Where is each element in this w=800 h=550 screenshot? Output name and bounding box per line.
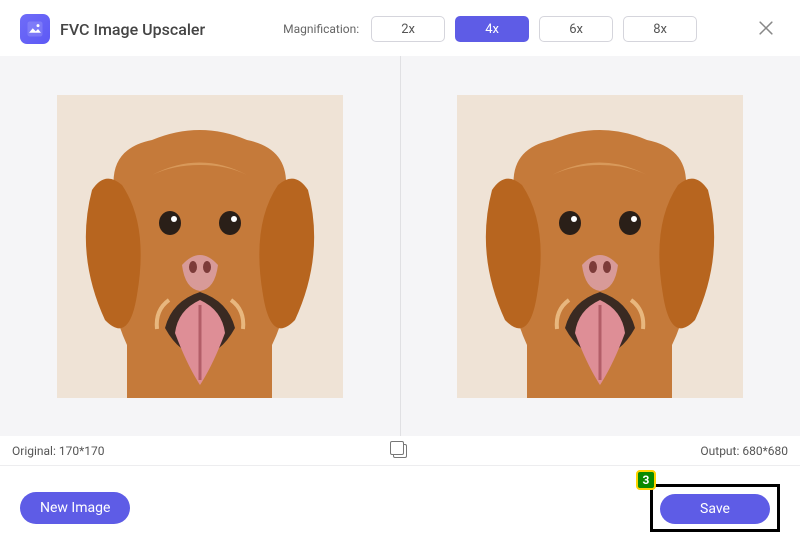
output-label: Output: [700, 444, 739, 458]
magnification-2x[interactable]: 2x [371, 16, 445, 42]
magnification-group: 2x 4x 6x 8x [371, 16, 697, 42]
app-logo-icon [20, 14, 50, 44]
output-image [457, 95, 743, 398]
preview-area [0, 56, 800, 436]
output-panel [401, 56, 800, 436]
magnification-8x[interactable]: 8x [623, 16, 697, 42]
original-image [57, 95, 343, 398]
magnification-6x[interactable]: 6x [539, 16, 613, 42]
original-panel [0, 56, 401, 436]
output-value: 680*680 [742, 444, 788, 458]
magnification-label: Magnification: [283, 22, 359, 36]
close-button[interactable] [752, 14, 780, 42]
app-title: FVC Image Upscaler [60, 20, 205, 39]
save-annotation-wrap: 3 Save [650, 484, 780, 532]
output-size: Output: 680*680 [415, 444, 788, 458]
close-icon [756, 18, 776, 38]
original-label: Original: [12, 444, 56, 458]
magnification-4x[interactable]: 4x [455, 16, 529, 42]
annotation-step-badge: 3 [636, 470, 656, 490]
save-button[interactable]: Save [660, 494, 770, 524]
header: FVC Image Upscaler Magnification: 2x 4x … [0, 0, 800, 56]
bottom-bar: New Image 3 Save [0, 466, 800, 550]
original-size: Original: 170*170 [12, 444, 385, 458]
compare-button[interactable] [385, 444, 415, 458]
save-annotation-box: Save [650, 484, 780, 532]
original-value: 170*170 [59, 444, 105, 458]
compare-icon [393, 444, 407, 458]
info-bar: Original: 170*170 Output: 680*680 [0, 436, 800, 466]
new-image-button[interactable]: New Image [20, 492, 130, 524]
